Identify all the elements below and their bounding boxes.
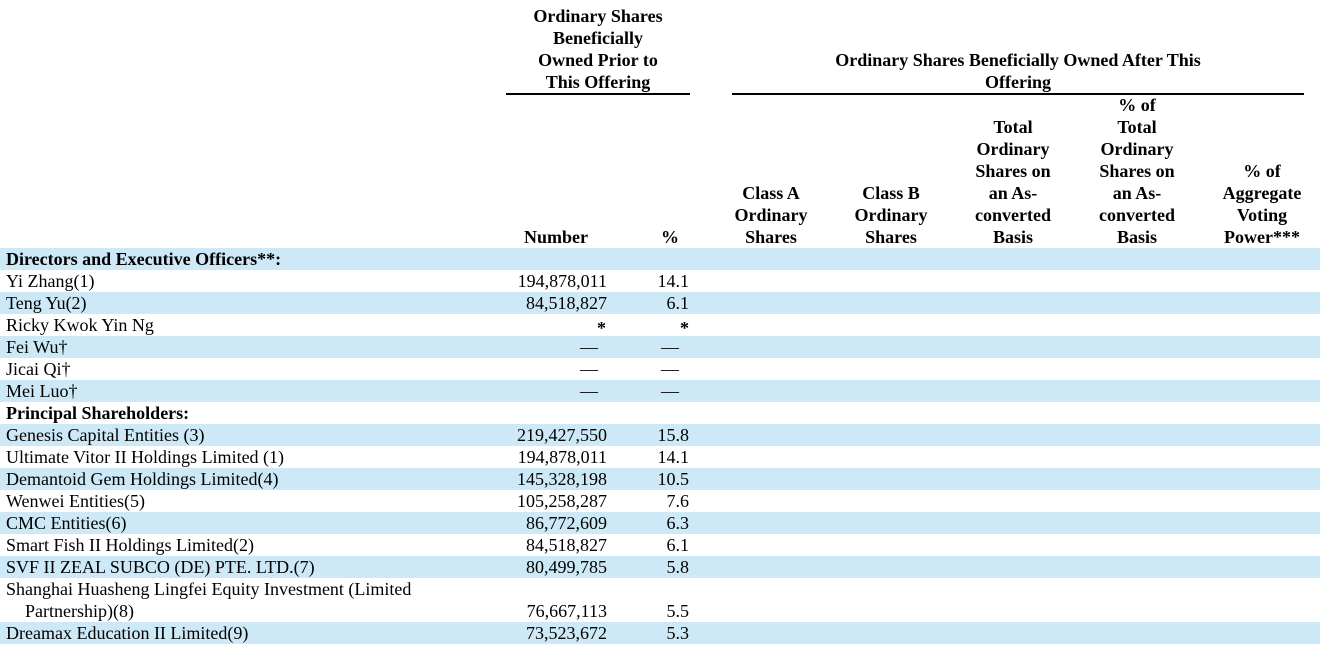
table-row: Ricky Kwok Yin Ng * * [0,314,1320,338]
shares-percent: 15.8 [657,425,690,445]
shares-percent: 14.1 [657,271,690,291]
shares-number: 105,258,287 [517,491,607,511]
total-converted-header: Total Ordinary Shares on an As- converte… [970,116,1056,250]
shares-number: 194,878,011 [517,447,607,467]
table-row: Wenwei Entities(5) 105,258,287 7.6 [0,490,1320,512]
pct-total-converted-header: % of Total Ordinary Shares on an As- con… [1094,94,1180,250]
holder-name-line2: Partnership)(8) [25,601,134,621]
shares-number: 194,878,011 [517,271,607,291]
table-row: Smart Fish II Holdings Limited(2) 84,518,… [0,534,1320,556]
shares-percent: — [661,359,679,379]
shares-number: — [580,359,598,379]
holder-name: Smart Fish II Holdings Limited(2) [6,535,254,555]
table-row: Genesis Capital Entities (3) 219,427,550 1… [0,424,1320,446]
class-b-shares-header: Class B Ordinary Shares [850,182,932,250]
shares-percent: 7.6 [666,491,690,511]
shares-number: 76,667,113 [526,601,607,621]
shares-percent: — [661,381,679,401]
shares-percent: — [661,337,679,357]
number-column-header: Number [506,226,606,250]
percent-column-header: % [650,226,690,250]
table-row: Jicai Qi† — — [0,358,1320,380]
holder-name: Shanghai Huasheng Lingfei Equity Investm… [6,578,411,622]
holder-name: Dreamax Education II Limited(9) [6,623,249,643]
section-label: Directors and Executive Officers**: [6,249,282,269]
after-offering-group-header: Ordinary Shares Beneficially Owned After… [732,49,1304,95]
holder-name: Ultimate Vitor II Holdings Limited (1) [6,447,285,467]
pct-voting-power-header: % of Aggregate Voting Power*** [1216,160,1308,250]
shares-number: 145,328,198 [517,469,607,489]
shares-number: 84,518,827 [526,535,607,555]
holder-name: Demantoid Gem Holdings Limited(4) [6,469,279,489]
table-row: Yi Zhang(1) 194,878,011 14.1 [0,270,1320,292]
shares-number: 84,518,827 [526,293,607,313]
holder-name: Mei Luo† [6,381,78,401]
prior-offering-group-header: Ordinary Shares Beneficially Owned Prior… [506,5,690,95]
section-label: Principal Shareholders: [6,403,190,423]
ownership-table-body: Directors and Executive Officers**: Yi Zh… [0,248,1320,644]
shares-number: — [580,337,598,357]
section-header-row: Principal Shareholders: [0,402,1320,424]
section-header-row: Directors and Executive Officers**: [0,248,1320,270]
holder-name: Jicai Qi† [6,359,71,379]
holder-name: SVF II ZEAL SUBCO (DE) PTE. LTD.(7) [6,557,315,577]
shares-percent: 14.1 [657,447,690,467]
holder-name: Fei Wu† [6,337,68,357]
shares-number: 219,427,550 [517,425,607,445]
shares-percent: 6.3 [666,513,690,533]
table-row: Fei Wu† — — [0,336,1320,358]
table-row: Demantoid Gem Holdings Limited(4) 145,328… [0,468,1320,490]
shares-percent: 5.5 [666,601,690,621]
holder-name: Wenwei Entities(5) [6,491,146,511]
shares-percent: 6.1 [666,293,690,313]
class-a-shares-header: Class A Ordinary Shares [730,182,812,250]
shares-percent: 6.1 [666,535,690,555]
shares-number: 86,772,609 [526,513,607,533]
holder-name: Ricky Kwok Yin Ng [6,315,154,335]
table-row: SVF II ZEAL SUBCO (DE) PTE. LTD.(7) 80,49… [0,556,1320,578]
holder-name: CMC Entities(6) [6,513,127,533]
shares-number: 73,523,672 [526,623,607,643]
holder-name: Teng Yu(2) [6,293,87,313]
table-header: Ordinary Shares Beneficially Owned Prior… [0,0,1320,250]
holder-name-line1: Shanghai Huasheng Lingfei Equity Investm… [6,579,412,599]
table-row: Ultimate Vitor II Holdings Limited (1) 19… [0,446,1320,468]
shares-percent: 10.5 [657,469,690,489]
holder-name: Genesis Capital Entities (3) [6,425,205,445]
table-row: Dreamax Education II Limited(9) 73,523,67… [0,622,1320,644]
shares-percent: 5.3 [666,623,690,643]
table-row: Shanghai Huasheng Lingfei Equity Investm… [0,578,1320,622]
table-row: CMC Entities(6) 86,772,609 6.3 [0,512,1320,534]
shares-percent: 5.8 [666,557,690,577]
table-row: Teng Yu(2) 84,518,827 6.1 [0,292,1320,314]
shares-number: — [580,381,598,401]
table-row: Mei Luo† — — [0,380,1320,402]
shares-number: 80,499,785 [526,557,607,577]
holder-name: Yi Zhang(1) [6,271,95,291]
